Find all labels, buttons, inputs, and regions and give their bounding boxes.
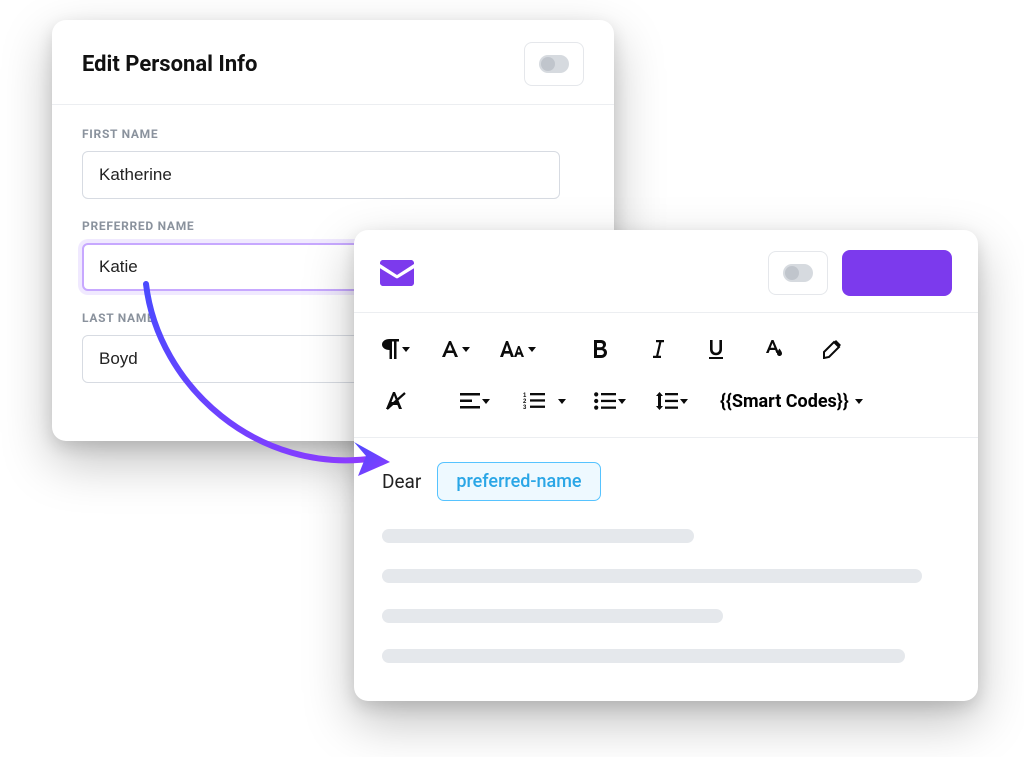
toggle-track	[783, 264, 813, 282]
toolbar-row-1	[376, 323, 956, 375]
email-editor-card: 123 {{Smart Codes}} Dear preferre	[354, 230, 978, 701]
clear-formatting-button[interactable]	[376, 381, 416, 421]
toolbar-row-2: 123 {{Smart Codes}}	[376, 375, 956, 427]
toggle-knob	[785, 266, 799, 280]
bold-button[interactable]	[580, 329, 620, 369]
last-name-field: LAST NAME	[82, 311, 382, 383]
svg-text:3: 3	[523, 405, 527, 410]
highlight-button[interactable]	[812, 329, 852, 369]
first-name-field: FIRST NAME	[82, 127, 584, 199]
line-height-button[interactable]	[650, 381, 694, 421]
card-toggle[interactable]	[524, 42, 584, 86]
toggle-track	[539, 55, 569, 73]
text-color-button[interactable]	[754, 329, 794, 369]
placeholder-line	[382, 529, 694, 543]
card-title: Edit Personal Info	[82, 52, 257, 77]
ordered-list-button[interactable]: 123	[514, 381, 554, 421]
editor-toolbar: 123 {{Smart Codes}}	[354, 313, 978, 437]
greeting-line: Dear preferred-name	[382, 462, 950, 501]
placeholder-line	[382, 609, 723, 623]
greeting-text: Dear	[382, 470, 421, 493]
last-name-label: LAST NAME	[82, 311, 382, 325]
first-name-label: FIRST NAME	[82, 127, 584, 141]
unordered-list-button[interactable]	[588, 381, 632, 421]
primary-action-button[interactable]	[842, 250, 952, 296]
smart-codes-button[interactable]: {{Smart Codes}}	[712, 381, 871, 421]
italic-button[interactable]	[638, 329, 678, 369]
placeholder-line	[382, 649, 905, 663]
font-family-button[interactable]	[434, 329, 476, 369]
underline-button[interactable]	[696, 329, 736, 369]
editor-body[interactable]: Dear preferred-name	[354, 438, 978, 663]
placeholder-line	[382, 569, 922, 583]
toggle-knob	[541, 57, 555, 71]
last-name-input[interactable]	[82, 335, 382, 383]
smart-code-chip[interactable]: preferred-name	[437, 462, 600, 501]
card-header: Edit Personal Info	[52, 20, 614, 105]
paragraph-format-button[interactable]	[376, 329, 416, 369]
align-button[interactable]	[454, 381, 496, 421]
first-name-input[interactable]	[82, 151, 560, 199]
font-size-button[interactable]	[494, 329, 542, 369]
editor-toggle[interactable]	[768, 251, 828, 295]
smart-codes-label: {{Smart Codes}}	[720, 391, 849, 412]
editor-header	[354, 230, 978, 312]
envelope-icon	[380, 260, 414, 286]
